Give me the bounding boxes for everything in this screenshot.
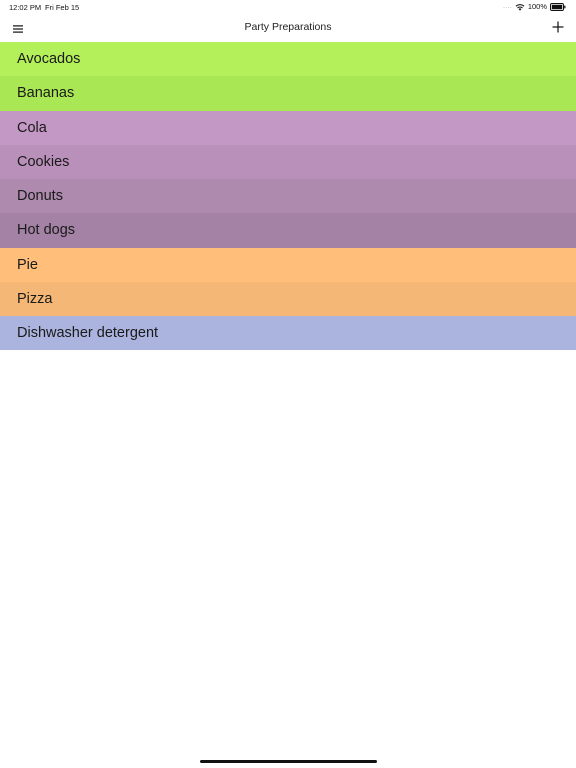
list-item-pie[interactable]: Pie [0, 247, 576, 282]
home-indicator[interactable] [200, 760, 377, 763]
list-item-pizza[interactable]: Pizza [0, 281, 576, 316]
list-item-label: Cola [17, 119, 47, 136]
list-item-label: Pie [17, 256, 38, 273]
list-item-label: Bananas [17, 85, 75, 102]
list-item-avocados[interactable]: Avocados [0, 42, 576, 77]
list-item-dishwasher-detergent[interactable]: Dishwasher detergent [0, 316, 576, 351]
list-item-cookies[interactable]: Cookies [0, 144, 576, 179]
list-item-label: Hot dogs [17, 222, 76, 239]
list-item-cola[interactable]: Cola [0, 110, 576, 145]
wifi-icon [515, 3, 525, 11]
list-item-label: Dishwasher detergent [17, 325, 159, 342]
list-item-hot-dogs[interactable]: Hot dogs [0, 213, 576, 248]
list-item-label: Cookies [17, 153, 70, 170]
status-indicators: .... 100% [503, 2, 566, 12]
navigation-bar: Party Preparations [0, 14, 576, 42]
plus-icon[interactable] [551, 20, 565, 34]
status-bar: 12:02 PM Fri Feb 15 .... 100% [0, 0, 576, 14]
list-item-label: Avocados [17, 51, 81, 68]
status-date: Fri Feb 15 [45, 3, 80, 12]
party-items-list: Avocados Bananas Cola Cookies Donuts Hot… [0, 42, 576, 351]
status-time: 12:02 PM [9, 3, 42, 12]
list-item-label: Donuts [17, 188, 63, 205]
battery-percent: 100% [527, 2, 547, 11]
battery-icon [550, 3, 566, 11]
list-item-donuts[interactable]: Donuts [0, 179, 576, 214]
list-item-label: Pizza [17, 290, 53, 307]
cellular-signal-icon: .... [503, 4, 512, 10]
list-item-bananas[interactable]: Bananas [0, 76, 576, 111]
page-title: Party Preparations [244, 21, 332, 33]
